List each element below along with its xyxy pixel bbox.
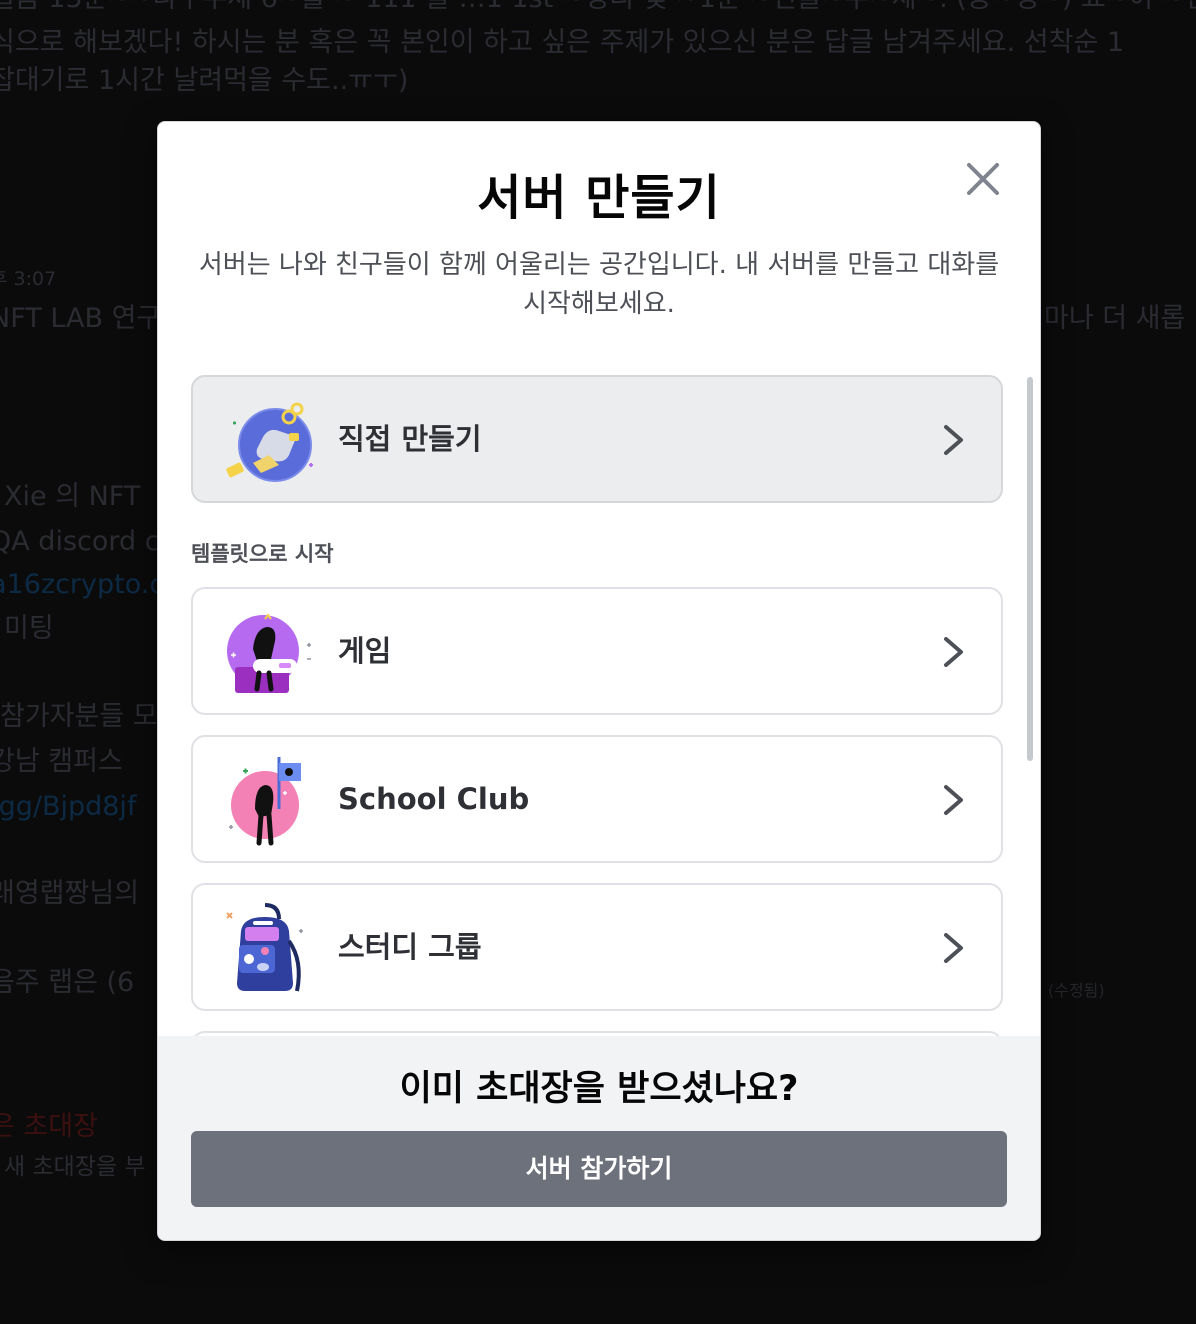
create-own-icon bbox=[226, 402, 313, 482]
chat-edited-label: (수정됨) bbox=[1048, 981, 1105, 1000]
options-scroll-area[interactable]: 직접 만들기 템플릿으로 시작 게임 School Club 스터디 그룹 bbox=[158, 356, 1040, 1036]
template-label-study-group: 스터디 그룹 bbox=[338, 930, 482, 964]
join-server-button[interactable]: 서버 참가하기 bbox=[191, 1131, 1007, 1207]
create-own-label: 직접 만들기 bbox=[338, 422, 482, 456]
modal-subtitle: 서버는 나와 친구들이 함께 어울리는 공간입니다. 내 서버를 만들고 대화를… bbox=[198, 250, 1000, 319]
template-option-study-group[interactable]: 스터디 그룹 bbox=[191, 883, 1003, 1011]
chat-line: Xie 의 NFT bbox=[4, 481, 141, 512]
chat-line: 잡대기로 1시간 날려먹을 수도..ㅠㅜ) bbox=[0, 65, 409, 96]
chat-line: 참가자분들 모 bbox=[0, 701, 158, 732]
modal-footer: 이미 초대장을 받으셨나요? 서버 참가하기 bbox=[158, 1036, 1040, 1240]
chat-timestamp: 후 3:07 bbox=[0, 268, 57, 290]
chevron-right-icon bbox=[944, 637, 963, 667]
create-own-option[interactable]: 직접 만들기 bbox=[191, 375, 1003, 503]
modal-title: 서버 만들기 bbox=[477, 170, 721, 226]
chat-line: 설음 15분~~나누주세 6~를 ~ 111 들 …1 1st ~정리 및 ~1… bbox=[0, 0, 1196, 16]
chat-line: QA discord c bbox=[0, 526, 160, 557]
chat-line: 강남 캠퍼스 bbox=[0, 746, 123, 777]
chevron-right-icon bbox=[944, 933, 963, 963]
chevron-right-icon bbox=[944, 425, 963, 455]
chat-line: NFT LAB 연구 bbox=[0, 303, 162, 334]
school-club-icon bbox=[229, 757, 301, 846]
gaming-icon bbox=[227, 613, 311, 693]
chat-line: 마나 더 새롭 bbox=[1044, 303, 1186, 334]
template-option-school-club[interactable]: School Club bbox=[191, 735, 1003, 863]
chat-line: 새 초대장을 부 bbox=[4, 1154, 146, 1180]
template-option-gaming[interactable]: 게임 bbox=[191, 587, 1003, 715]
scrollbar-thumb[interactable] bbox=[1027, 377, 1033, 761]
create-server-modal: 서버 만들기 서버는 나와 친구들이 함께 어울리는 공간입니다. 내 서버를 … bbox=[157, 121, 1041, 1241]
chat-line: 음주 랩은 (6 bbox=[0, 967, 135, 998]
chat-line: 은 초대장 bbox=[0, 1111, 98, 1142]
scrollbar[interactable] bbox=[1027, 377, 1033, 1037]
chat-link: .gg/Bjpd8jf bbox=[0, 791, 137, 822]
template-section-heading: 템플릿으로 시작 bbox=[191, 542, 334, 566]
template-label-school-club: School Club bbox=[338, 782, 530, 816]
chat-line: 미팅 bbox=[4, 613, 54, 644]
template-label-gaming: 게임 bbox=[338, 634, 392, 668]
chat-link: a16zcrypto.c bbox=[0, 569, 165, 600]
chat-line: 래영랩짱님의 bbox=[0, 878, 140, 909]
chevron-right-icon bbox=[944, 785, 963, 815]
chat-line: 식으로 해보겠다! 하시는 분 혹은 꼭 본인이 하고 싶은 주제가 있으신 분… bbox=[0, 27, 1125, 58]
study-group-icon bbox=[226, 903, 303, 992]
invite-question: 이미 초대장을 받으셨나요? bbox=[399, 1069, 799, 1109]
